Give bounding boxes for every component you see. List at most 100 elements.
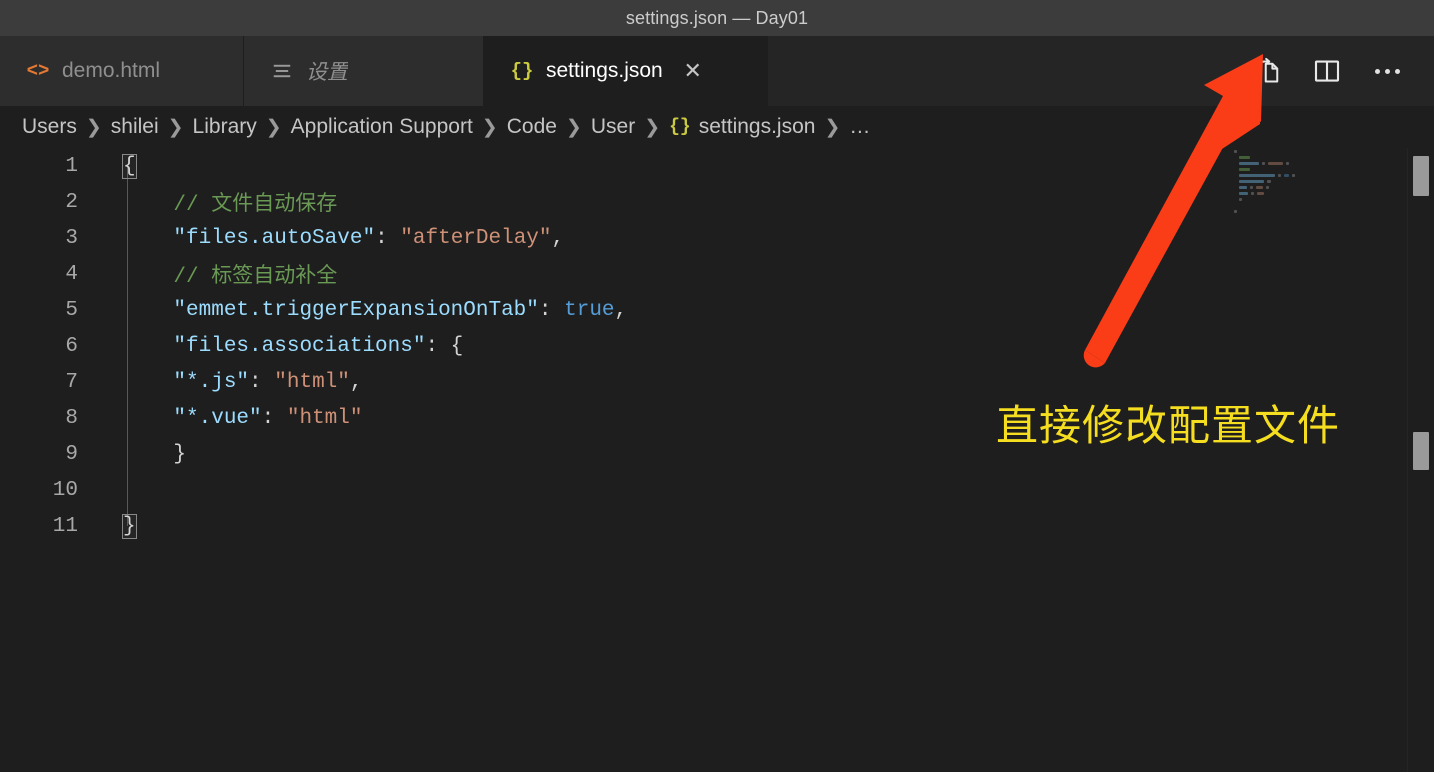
code-text[interactable]: "*.js": "html", xyxy=(78,371,1230,394)
code-token: , xyxy=(349,370,363,394)
line-number: 7 xyxy=(65,370,78,394)
minimap-line xyxy=(1230,208,1408,214)
tab-settings-ui[interactable]: 设置 xyxy=(244,36,484,106)
tab-label: settings.json xyxy=(546,59,663,82)
minimap-token xyxy=(1239,161,1259,165)
split-editor-icon[interactable] xyxy=(1310,54,1344,88)
more-actions-icon[interactable] xyxy=(1370,54,1404,88)
breadcrumb-label: Application Support xyxy=(290,115,473,138)
breadcrumb-label: Users xyxy=(22,115,77,138)
title-bar: settings.json — Day01 xyxy=(0,0,1434,36)
code-line[interactable]: 2 // 文件自动保存 xyxy=(0,184,1230,220)
breadcrumb-item-shilei[interactable]: shilei xyxy=(111,115,159,139)
breadcrumb-item-library[interactable]: Library xyxy=(193,115,257,139)
code-line[interactable]: 1{ xyxy=(0,148,1230,184)
code-token: , xyxy=(614,298,628,322)
code-line[interactable]: 6 "files.associations": { xyxy=(0,328,1230,364)
code-line[interactable]: 10 xyxy=(0,472,1230,508)
minimap-token xyxy=(1250,191,1254,195)
tab-label: 设置 xyxy=(306,61,348,84)
code-token: "*.vue" xyxy=(173,406,262,430)
breadcrumb-item-overflow[interactable]: … xyxy=(849,115,871,139)
breadcrumb-item-code[interactable]: Code xyxy=(507,115,557,139)
code-text[interactable]: } xyxy=(78,513,1230,539)
code-line[interactable]: 9 } xyxy=(0,436,1230,472)
tab-demo-html[interactable]: <> demo.html xyxy=(0,36,244,106)
vertical-scrollbar[interactable] xyxy=(1407,148,1434,772)
code-token: // 文件自动保存 xyxy=(173,194,338,217)
breadcrumb-item-user[interactable]: User xyxy=(591,115,635,139)
minimap-token xyxy=(1268,161,1283,165)
code-token: : xyxy=(261,406,287,430)
code-text[interactable]: "*.vue": "html" xyxy=(78,407,1230,430)
breadcrumb-separator-icon: ❯ xyxy=(824,116,841,138)
line-number: 3 xyxy=(65,226,78,250)
code-text[interactable]: "files.autoSave": "afterDelay", xyxy=(78,227,1230,250)
breadcrumb-separator-icon: ❯ xyxy=(565,116,582,138)
minimap-token xyxy=(1239,197,1242,201)
code-line[interactable]: 8 "*.vue": "html" xyxy=(0,400,1230,436)
breadcrumb-item-settings-json[interactable]: {} settings.json xyxy=(669,115,815,139)
code-token: { xyxy=(122,153,137,179)
breadcrumb-item-users[interactable]: Users xyxy=(22,115,77,139)
code-token: : xyxy=(375,226,401,250)
code-token: "html" xyxy=(274,370,350,394)
open-settings-json-icon[interactable] xyxy=(1250,54,1284,88)
minimap-token xyxy=(1256,191,1265,195)
code-text[interactable]: } xyxy=(78,443,1230,466)
minimap-token xyxy=(1278,173,1282,177)
tab-settings-json[interactable]: {} settings.json ✕ xyxy=(484,36,769,106)
minimap-token xyxy=(1239,185,1247,189)
line-number: 5 xyxy=(65,298,78,322)
code-text[interactable]: "files.associations": { xyxy=(78,335,1230,358)
breadcrumb-label: User xyxy=(590,115,636,138)
code-text[interactable]: "emmet.triggerExpansionOnTab": true, xyxy=(78,299,1230,322)
minimap-token xyxy=(1284,173,1290,177)
code-lines-container[interactable]: 1{2 // 文件自动保存 3 "files.autoSave": "afterD… xyxy=(0,148,1230,772)
code-text[interactable]: // 标签自动补全 xyxy=(78,259,1230,289)
breadcrumb-label: shilei xyxy=(110,115,159,138)
code-text[interactable]: // 文件自动保存 xyxy=(78,187,1230,217)
minimap-token xyxy=(1239,155,1251,159)
minimap-token xyxy=(1239,173,1276,177)
code-token: true xyxy=(564,298,615,322)
code-token: // 标签自动补全 xyxy=(173,266,338,289)
minimap-token xyxy=(1267,179,1271,183)
code-editor[interactable]: 1{2 // 文件自动保存 3 "files.autoSave": "afterD… xyxy=(0,148,1434,772)
line-number: 2 xyxy=(65,190,78,214)
code-line[interactable]: 11} xyxy=(0,508,1230,544)
code-token: "html" xyxy=(286,406,363,430)
code-line[interactable]: 5 "emmet.triggerExpansionOnTab": true, xyxy=(0,292,1230,328)
line-number: 1 xyxy=(65,154,78,178)
breadcrumb-separator-icon: ❯ xyxy=(481,116,498,138)
minimap-token xyxy=(1255,185,1263,189)
minimap[interactable] xyxy=(1230,148,1408,772)
code-token: } xyxy=(173,442,187,466)
close-icon[interactable]: ✕ xyxy=(681,59,705,83)
breadcrumb-item-application-support[interactable]: Application Support xyxy=(291,115,473,139)
json-file-icon: {} xyxy=(669,117,691,137)
breadcrumb-separator-icon: ❯ xyxy=(167,116,184,138)
code-text[interactable]: { xyxy=(78,153,1230,179)
minimap-token xyxy=(1239,191,1248,195)
code-line[interactable]: 3 "files.autoSave": "afterDelay", xyxy=(0,220,1230,256)
window-title: settings.json — Day01 xyxy=(625,7,809,28)
vscode-window: settings.json — Day01 <> demo.html 设置 {}… xyxy=(0,0,1434,772)
minimap-token xyxy=(1234,149,1237,153)
code-lines[interactable]: 1{2 // 文件自动保存 3 "files.autoSave": "afterD… xyxy=(0,148,1230,544)
scrollbar-thumb[interactable] xyxy=(1413,156,1429,196)
minimap-token xyxy=(1239,179,1264,183)
code-line[interactable]: 7 "*.js": "html", xyxy=(0,364,1230,400)
minimap-token xyxy=(1239,167,1251,171)
code-line[interactable]: 4 // 标签自动补全 xyxy=(0,256,1230,292)
settings-lines-icon xyxy=(270,59,294,83)
line-number: 9 xyxy=(65,442,78,466)
minimap-slider[interactable] xyxy=(1413,432,1429,470)
code-token: : xyxy=(249,370,275,394)
editor-actions xyxy=(1250,36,1434,106)
